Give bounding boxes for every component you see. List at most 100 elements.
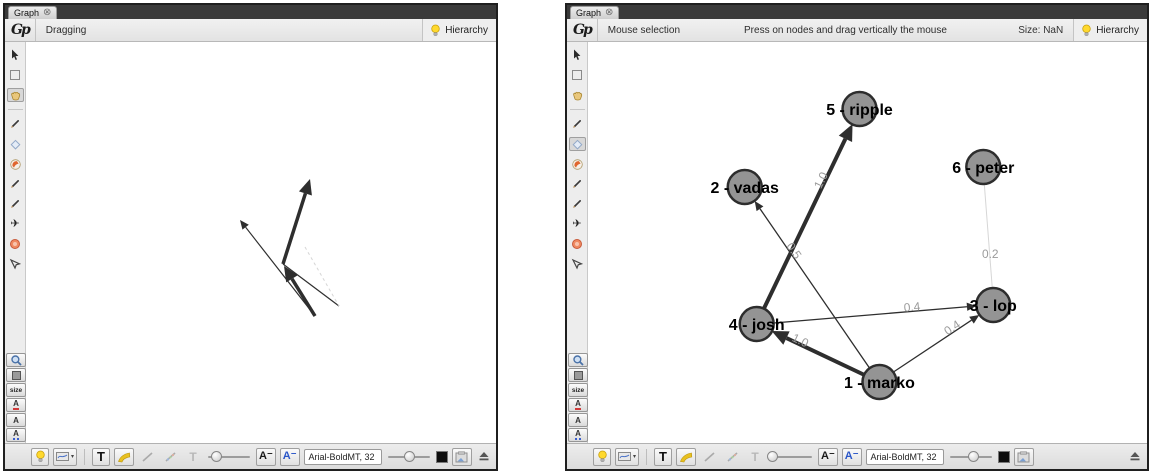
- reset-label-visibility-button[interactable]: A: [568, 413, 588, 427]
- tool-sizer[interactable]: [7, 137, 24, 151]
- label-size-down-button[interactable]: A⁻: [256, 448, 276, 466]
- tool-painter[interactable]: [569, 117, 586, 131]
- magnifier-icon: [10, 354, 23, 367]
- graph-canvas[interactable]: 1.00.51.00.40.40.25 - ripple2 - vadas6 -…: [588, 42, 1147, 443]
- tool-brush[interactable]: [569, 157, 586, 171]
- slider-handle[interactable]: [767, 451, 778, 462]
- reset-label-sizes-button[interactable]: A: [6, 428, 26, 442]
- hierarchy-toggle[interactable]: Hierarchy: [423, 19, 496, 41]
- tool-edge-pencil[interactable]: [569, 197, 586, 211]
- expand-panel-icon[interactable]: [1129, 451, 1141, 462]
- label-color-swatch[interactable]: [998, 451, 1010, 463]
- label-size-mode-button[interactable]: A⁻: [842, 448, 862, 466]
- edge-weight-slider[interactable]: [206, 450, 252, 464]
- tab-graph[interactable]: Graph ⊗: [570, 6, 619, 19]
- reset-label-visibility-button[interactable]: A: [6, 413, 26, 427]
- label-color-swatch[interactable]: [436, 451, 448, 463]
- status-bar: Gp Mouse selection Press on nodes and dr…: [567, 19, 1147, 42]
- light-toggle-button[interactable]: [593, 448, 611, 466]
- edge-weight-label: 0.4: [941, 317, 963, 338]
- tool-edge-pencil[interactable]: [7, 197, 24, 211]
- font-value: Arial-BoldMT, 32: [309, 452, 375, 462]
- bottom-toolbar: ▾ T T A⁻ A⁻ Arial-BoldMT, 32: [5, 443, 496, 469]
- labels-dropdown-button[interactable]: ▾: [615, 448, 639, 466]
- center-on-graph-button[interactable]: [568, 353, 588, 367]
- bold-t-icon: T: [659, 450, 667, 463]
- screenshot-button[interactable]: [452, 448, 472, 466]
- tool-shortest-path[interactable]: ✈: [569, 217, 586, 231]
- tool-painter[interactable]: [7, 117, 24, 131]
- edit-arrow-icon: [9, 258, 21, 270]
- graph-canvas[interactable]: [26, 42, 496, 443]
- pencil-icon: [571, 198, 583, 210]
- node-labels-button[interactable]: T: [92, 448, 110, 466]
- tool-heat-map[interactable]: [7, 237, 24, 251]
- tool-sizer[interactable]: [569, 137, 586, 151]
- graph-edge: [292, 279, 315, 316]
- label-size-slider[interactable]: [948, 450, 994, 464]
- cursor-icon: [9, 49, 21, 61]
- tool-direct-selection[interactable]: [7, 48, 24, 62]
- cursor-icon: [571, 49, 583, 61]
- graph-edge: [305, 247, 339, 306]
- edge-weight-slider[interactable]: [768, 450, 814, 464]
- separator: [84, 449, 85, 465]
- node-labels-button[interactable]: T: [654, 448, 672, 466]
- graph-edge: [984, 184, 992, 288]
- magnifier-icon: [572, 354, 585, 367]
- tab-close-icon[interactable]: ⊗: [43, 8, 51, 18]
- edge-line-button-disabled: [700, 448, 719, 466]
- hierarchy-toggle[interactable]: Hierarchy: [1074, 19, 1147, 41]
- reset-sizes-button[interactable]: size: [6, 383, 26, 397]
- edge-labels-button-disabled: T: [184, 448, 202, 466]
- slider-handle[interactable]: [211, 451, 222, 462]
- node-label: 4 - josh: [729, 317, 785, 334]
- reset-label-colors-button[interactable]: A: [6, 398, 26, 412]
- tool-node-pencil[interactable]: [569, 177, 586, 191]
- tool-brush[interactable]: [7, 157, 24, 171]
- screenshot-button[interactable]: [1014, 448, 1034, 466]
- edge-weight-label: 0.2: [982, 247, 999, 261]
- label-size-mode-button[interactable]: A⁻: [280, 448, 300, 466]
- expand-panel-icon[interactable]: [478, 451, 490, 462]
- background-color-button[interactable]: [568, 368, 588, 382]
- status-bar: Gp Dragging Hierarchy: [5, 19, 496, 42]
- separator: [646, 449, 647, 465]
- tool-drag[interactable]: [569, 88, 586, 102]
- reset-sizes-button[interactable]: size: [568, 383, 588, 397]
- size-readout: Size: NaN: [1018, 25, 1063, 36]
- letter-a-icon: A: [13, 416, 19, 425]
- letter-a-red-icon: A: [575, 400, 581, 410]
- tool-shortest-path[interactable]: ✈: [7, 217, 24, 231]
- tool-direct-selection[interactable]: [569, 48, 586, 62]
- edit-arrow-icon: [571, 258, 583, 270]
- light-toggle-button[interactable]: [31, 448, 49, 466]
- tab-close-icon[interactable]: ⊗: [605, 8, 613, 18]
- plane-icon: ✈: [10, 219, 19, 230]
- edge-color-mode-button[interactable]: [676, 448, 696, 466]
- tool-rectangle-selection[interactable]: [7, 68, 24, 82]
- label-font-field[interactable]: Arial-BoldMT, 32: [866, 449, 944, 465]
- size-label: size: [572, 387, 584, 394]
- slider-handle[interactable]: [968, 451, 979, 462]
- slider-handle[interactable]: [404, 451, 415, 462]
- label-size-slider[interactable]: [386, 450, 432, 464]
- reset-label-sizes-button[interactable]: A: [568, 428, 588, 442]
- brush-icon: [9, 158, 22, 171]
- edge-weight-label: 0.4: [903, 299, 921, 314]
- pencil-icon: [9, 178, 21, 190]
- tool-heat-map[interactable]: [569, 237, 586, 251]
- tool-edit[interactable]: [7, 257, 24, 271]
- tool-rectangle-selection[interactable]: [569, 68, 586, 82]
- background-color-button[interactable]: [6, 368, 26, 382]
- reset-label-colors-button[interactable]: A: [568, 398, 588, 412]
- tab-graph[interactable]: Graph ⊗: [8, 6, 57, 19]
- label-size-down-button[interactable]: A⁻: [818, 448, 838, 466]
- edge-color-mode-button[interactable]: [114, 448, 134, 466]
- labels-dropdown-button[interactable]: ▾: [53, 448, 77, 466]
- tool-node-pencil[interactable]: [7, 177, 24, 191]
- tool-edit[interactable]: [569, 257, 586, 271]
- tool-drag[interactable]: [7, 88, 24, 102]
- center-on-graph-button[interactable]: [6, 353, 26, 367]
- label-font-field[interactable]: Arial-BoldMT, 32: [304, 449, 382, 465]
